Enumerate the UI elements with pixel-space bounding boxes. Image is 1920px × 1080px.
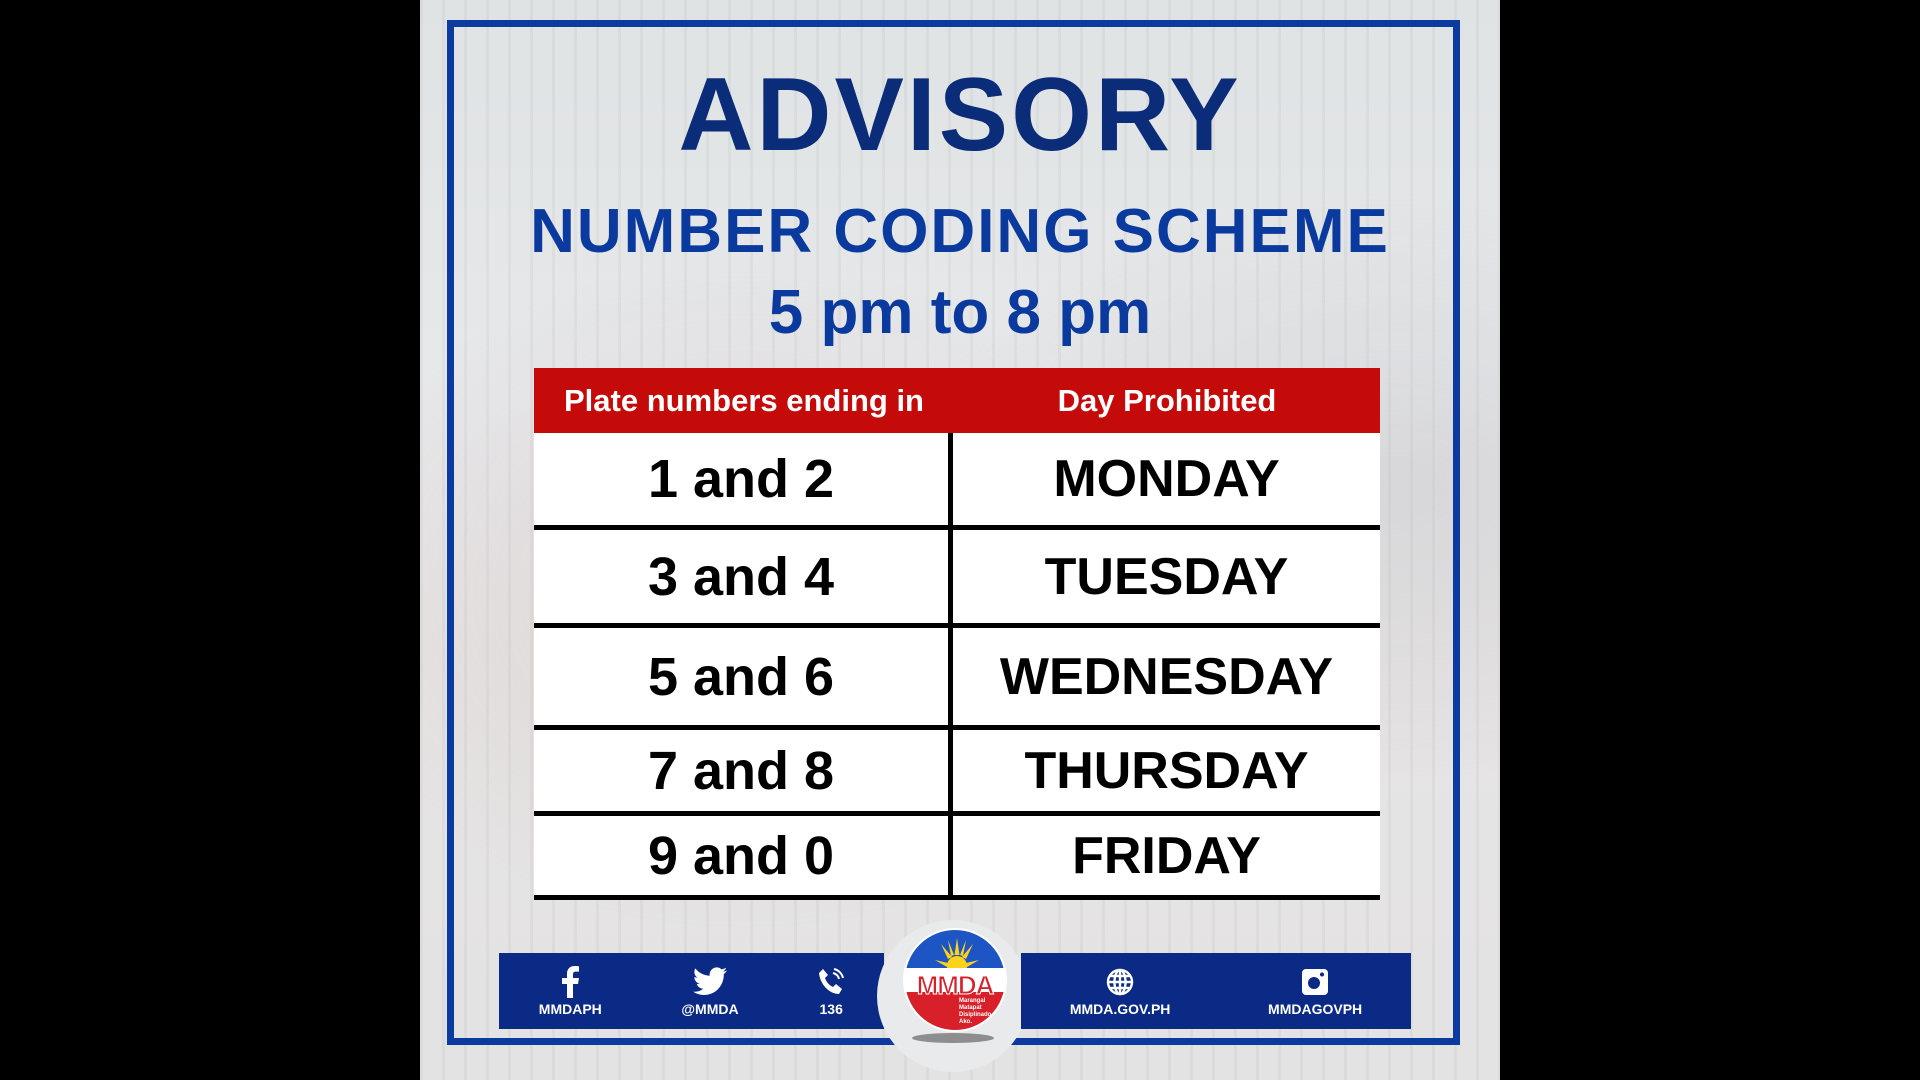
plate-cell: 9 and 0 — [534, 816, 953, 895]
twitter-icon — [692, 965, 728, 999]
plate-cell: 1 and 2 — [534, 433, 953, 525]
website-link[interactable]: MMDA.GOV.PH — [1069, 965, 1171, 1017]
logo-text: MMDA — [916, 970, 995, 1001]
day-cell: THURSDAY — [1024, 741, 1309, 800]
day-cell: FRIDAY — [1072, 826, 1261, 885]
twitter-label: @MMDA — [681, 1001, 739, 1017]
instagram-link[interactable]: MMDAGOVPH — [1268, 965, 1362, 1017]
facebook-icon — [560, 965, 580, 999]
table-header: Plate numbers ending in Day Prohibited — [534, 368, 1380, 433]
sun-icon — [935, 938, 979, 968]
motto-line: Marangal — [959, 998, 986, 1004]
logo-motto: Marangal Matapat Disiplinado Ako. — [959, 998, 991, 1026]
website-label: MMDA.GOV.PH — [1069, 1001, 1171, 1017]
plate-cell: 5 and 6 — [534, 628, 953, 725]
coding-table: Plate numbers ending in Day Prohibited 1… — [534, 368, 1380, 900]
phone-icon — [818, 965, 845, 999]
table-row: 7 and 8 THURSDAY — [534, 730, 1380, 816]
footer-social-right: MMDA.GOV.PH MMDAGOVPH — [1021, 953, 1411, 1029]
header-plate-numbers: Plate numbers ending in — [564, 382, 924, 418]
advisory-title: ADVISORY — [678, 57, 1242, 173]
hotline-label: 136 — [819, 1001, 843, 1017]
header-day-prohibited: Day Prohibited — [1057, 382, 1277, 418]
motto-line: Ako. — [959, 1019, 973, 1025]
mmda-logo: MMDA Marangal Matapat Disiplinado Ako. — [903, 928, 1007, 1032]
plate-cell: 7 and 8 — [534, 730, 953, 811]
logo-shadow — [912, 1033, 994, 1043]
globe-icon — [1106, 965, 1134, 999]
table-row: 3 and 4 TUESDAY — [534, 530, 1380, 628]
table-row: 9 and 0 FRIDAY — [534, 816, 1380, 900]
motto-line: Disiplinado — [959, 1012, 992, 1018]
facebook-link[interactable]: MMDAPH — [539, 965, 602, 1017]
scheme-subtitle: NUMBER CODING SCHEME — [530, 197, 1390, 266]
motto-line: Matapat — [959, 1005, 982, 1011]
day-cell: TUESDAY — [1044, 547, 1289, 606]
footer-social-left: MMDAPH @MMDA 136 — [499, 953, 884, 1029]
table-row: 5 and 6 WEDNESDAY — [534, 628, 1380, 730]
hotline-link[interactable]: 136 — [818, 965, 845, 1017]
day-cell: MONDAY — [1053, 450, 1280, 508]
table-row: 1 and 2 MONDAY — [534, 433, 1380, 530]
twitter-link[interactable]: @MMDA — [681, 965, 739, 1017]
facebook-label: MMDAPH — [538, 1001, 602, 1017]
instagram-icon — [1301, 965, 1329, 999]
instagram-label: MMDAGOVPH — [1268, 1001, 1363, 1017]
plate-cell: 3 and 4 — [534, 530, 953, 623]
day-cell: WEDNESDAY — [999, 647, 1334, 706]
advisory-poster: ADVISORY NUMBER CODING SCHEME 5 pm to 8 … — [420, 0, 1500, 1080]
time-window: 5 pm to 8 pm — [768, 278, 1152, 347]
